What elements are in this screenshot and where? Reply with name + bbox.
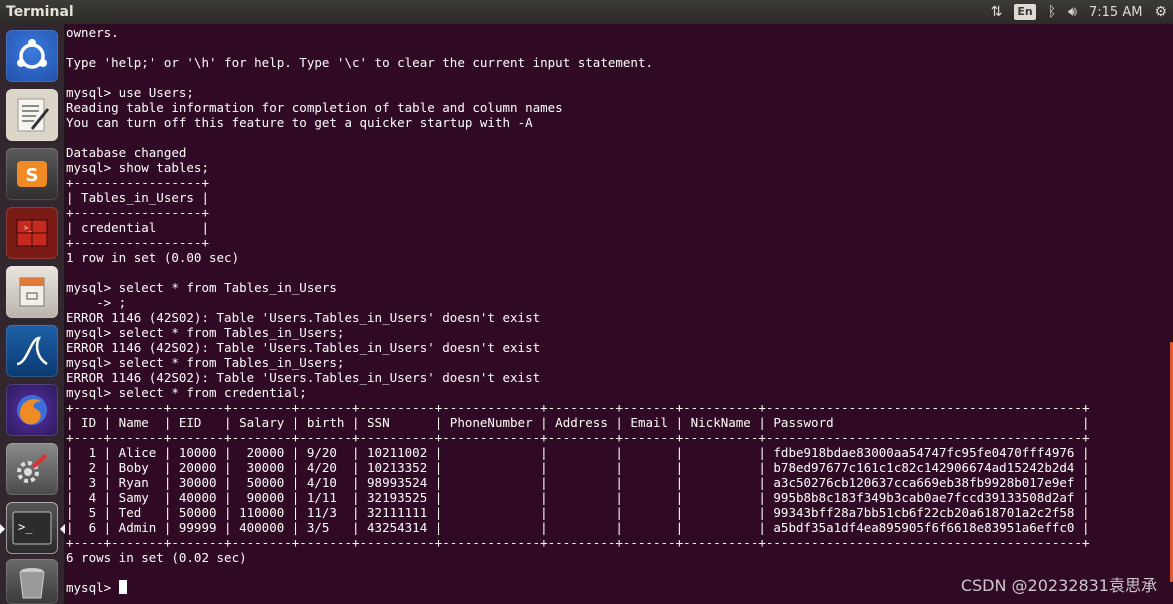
- terminal-line: ERROR 1146 (42S02): Table 'Users.Tables_…: [66, 310, 541, 325]
- terminal-line: | ID | Name | EID | Salary | birth | SSN…: [66, 415, 1090, 430]
- terminal-line: mysql> select * from credential;: [66, 385, 307, 400]
- terminal-line: | 4 | Samy | 40000 | 90000 | 1/11 | 3219…: [66, 490, 1090, 505]
- terminal-cursor: [118, 580, 127, 594]
- terminal-line: ERROR 1146 (42S02): Table 'Users.Tables_…: [66, 340, 541, 355]
- system-tray: ⇅ En ᛒ 🔊︎ 7:15 AM ⚙: [991, 0, 1167, 24]
- svg-text:>_: >_: [24, 224, 33, 232]
- launcher: S >_ >_: [0, 24, 65, 604]
- terminal-line: +----+-------+-------+--------+-------+-…: [66, 535, 1090, 550]
- settings-gear-icon[interactable]: ⚙: [1154, 0, 1167, 24]
- terminal-line: owners.: [66, 25, 119, 40]
- terminal-line: | Tables_in_Users |: [66, 190, 209, 205]
- terminal-line: +-----------------+: [66, 235, 209, 250]
- volume-icon[interactable]: 🔊︎: [1068, 0, 1077, 24]
- terminal-line: ERROR 1146 (42S02): Table 'Users.Tables_…: [66, 370, 541, 385]
- terminal-line: +----+-------+-------+--------+-------+-…: [66, 400, 1090, 415]
- sublime-text-icon[interactable]: S: [6, 148, 58, 200]
- terminal-line: 1 row in set (0.00 sec): [66, 250, 240, 265]
- ubuntu-dash-icon[interactable]: [6, 30, 58, 82]
- terminal-line: +-----------------+: [66, 175, 209, 190]
- file-manager-icon[interactable]: [6, 266, 58, 318]
- terminal-window[interactable]: owners. Type 'help;' or '\h' for help. Ty…: [66, 24, 1173, 604]
- terminal-line: mysql> select * from Tables_in_Users;: [66, 325, 345, 340]
- text-editor-icon[interactable]: [6, 89, 58, 141]
- bluetooth-icon[interactable]: ᛒ: [1048, 0, 1056, 24]
- firefox-icon[interactable]: [6, 384, 58, 436]
- svg-text:S: S: [26, 165, 39, 186]
- system-monitor-icon[interactable]: >_: [6, 207, 58, 259]
- terminal-line: Type 'help;' or '\h' for help. Type '\c'…: [66, 55, 653, 70]
- terminal-line: -> ;: [66, 295, 127, 310]
- network-arrows-icon[interactable]: ⇅: [991, 0, 1003, 24]
- terminal-line: mysql> select * from Tables_in_Users;: [66, 355, 345, 370]
- app-title: Terminal: [6, 4, 74, 20]
- terminal-line: mysql>: [66, 580, 127, 595]
- terminal-line: Database changed: [66, 145, 187, 160]
- terminal-line: You can turn off this feature to get a q…: [66, 115, 533, 130]
- terminal-icon[interactable]: >_: [0, 502, 65, 554]
- terminal-line: mysql> select * from Tables_in_Users: [66, 280, 337, 295]
- terminal-line: | 2 | Boby | 20000 | 30000 | 4/20 | 1021…: [66, 460, 1090, 475]
- terminal-line: mysql> use Users;: [66, 85, 194, 100]
- keyboard-language-indicator[interactable]: En: [1014, 4, 1036, 20]
- trash-icon[interactable]: [6, 559, 58, 604]
- terminal-line: | 1 | Alice | 10000 | 20000 | 9/20 | 102…: [66, 445, 1090, 460]
- terminal-line: +-----------------+: [66, 205, 209, 220]
- terminal-line: | 6 | Admin | 99999 | 400000 | 3/5 | 432…: [66, 520, 1090, 535]
- wireshark-icon[interactable]: [6, 325, 58, 377]
- terminal-line: +----+-------+-------+--------+-------+-…: [66, 430, 1090, 445]
- terminal-line: | credential |: [66, 220, 209, 235]
- terminal-line: 6 rows in set (0.02 sec): [66, 550, 247, 565]
- csdn-watermark: CSDN @20232831袁思承: [960, 576, 1157, 595]
- top-panel: Terminal ⇅ En ᛒ 🔊︎ 7:15 AM ⚙: [0, 0, 1173, 24]
- terminal-line: mysql> show tables;: [66, 160, 209, 175]
- terminal-line: | 5 | Ted | 50000 | 110000 | 11/3 | 3211…: [66, 505, 1090, 520]
- system-settings-icon[interactable]: [6, 443, 58, 495]
- clock[interactable]: 7:15 AM: [1089, 5, 1142, 20]
- terminal-line: Reading table information for completion…: [66, 100, 563, 115]
- terminal-line: | 3 | Ryan | 30000 | 50000 | 4/10 | 9899…: [66, 475, 1090, 490]
- svg-text:>_: >_: [18, 520, 33, 534]
